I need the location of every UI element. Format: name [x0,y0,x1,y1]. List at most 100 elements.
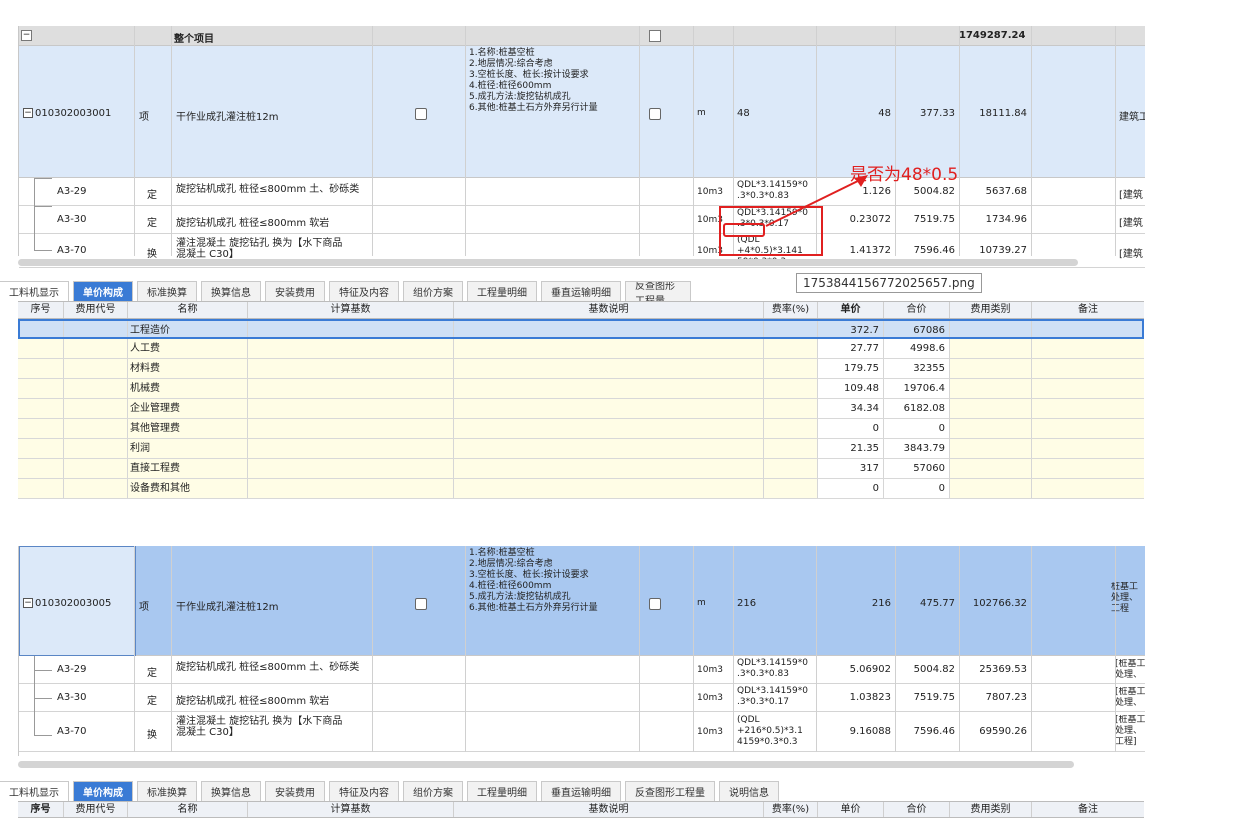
sub-type: 定 [147,668,157,679]
project-line-row[interactable]: − 010302003001 项 干作业成孔灌注桩12m 1.名称:桩基空桩 2… [19,46,1145,178]
cost-row[interactable]: 机械费 109.48 19706.4 [18,379,1144,399]
item-name: 干作业成孔灌注桩12m [176,112,279,123]
filename-tooltip: 1753844156772025657.png [796,273,982,293]
col-seq: 序号 [18,302,64,318]
cost-row[interactable]: 材料费 179.75 32355 [18,359,1144,379]
sub-qty: 1.41372 [849,245,891,256]
col-fee-type: 费用类别 [950,302,1032,318]
sub-unit-price: 5004.82 [913,186,955,197]
item-qty: 216 [871,598,891,609]
sub-row-2[interactable]: A3-30 定 旋挖钻机成孔 桩径≤800mm 软岩 10m3 QDL*3.14… [19,206,1145,234]
cost-row[interactable]: 人工费 27.77 4998.6 [18,339,1144,359]
tab-install-fee[interactable]: 安装费用 [265,281,325,301]
sub-unit: 10m3 [697,187,723,197]
cost-row[interactable]: 工程造价 372.7 67086 [18,319,1144,339]
horizontal-scrollbar[interactable] [18,259,1078,266]
sub-unit-price: 7596.46 [913,726,955,737]
cost-table: 序号 费用代号 名称 计算基数 基数说明 费率(%) 单价 合价 费用类别 备注… [18,301,1144,499]
tab-labor-materials[interactable]: 工料机显示 [0,781,69,801]
sub-unit: 10m3 [697,727,723,737]
item-description: 1.名称:桩基空桩 2.地层情况:综合考虑 3.空桩长度、桩长:按计设要求 4.… [469,548,598,613]
horizontal-scrollbar-2[interactable] [18,761,1074,768]
sub-name: 旋挖钻机成孔 桩径≤800mm 软岩 [176,696,330,707]
item-unit-price: 377.33 [920,108,955,119]
item-category: 建筑工 [1119,112,1145,123]
sub-total: 25369.53 [979,664,1027,675]
item-unit: m [697,598,706,608]
tab-unit-price[interactable]: 单价构成 [73,281,133,301]
sub-name: 旋挖钻机成孔 桩径≤800mm 软岩 [176,218,330,229]
sub-row-1[interactable]: A3-29 定 旋挖钻机成孔 桩径≤800mm 土、砂砾类 10m3 QDL*3… [19,178,1145,206]
sub-type: 定 [147,696,157,707]
col-base: 计算基数 [248,302,454,318]
tab-reverse-lookup[interactable]: 反查图形工程量 [625,281,691,301]
cost-row[interactable]: 直接工程费 317 57060 [18,459,1144,479]
expand-icon[interactable]: − [23,598,33,608]
tab-reverse-lookup[interactable]: 反查图形工程量 [625,781,715,801]
sub-unit-price: 5004.82 [913,664,955,675]
item-checkbox-2[interactable] [649,598,661,610]
sub-unit-price: 7596.46 [913,245,955,256]
sub-total: 7807.23 [985,692,1027,703]
tab-vertical-transport[interactable]: 垂直运输明细 [541,281,621,301]
tab-pricing-plan[interactable]: 组价方案 [403,781,463,801]
sub-type: 换 [147,730,157,741]
col-name: 名称 [128,302,248,318]
sub-code: A3-30 [57,214,87,225]
item-total: 102766.32 [972,598,1027,609]
sub-qty: 5.06902 [849,664,891,675]
tree-line [34,178,35,250]
item-type: 项 [139,602,149,613]
sub-name: 灌注混凝土 旋挖钻孔 换为【水下商品 混凝土 C30】 [176,238,343,260]
tab-vertical-transport[interactable]: 垂直运输明细 [541,781,621,801]
tab-standard-conversion[interactable]: 标准换算 [137,781,197,801]
tab-conversion-info[interactable]: 换算信息 [201,781,261,801]
cost-row[interactable]: 企业管理费 34.34 6182.08 [18,399,1144,419]
tab-bar-2: 工料机显示 单价构成 标准换算 换算信息 安装费用 特征及内容 组价方案 工程量… [0,780,900,801]
sub-row-1[interactable]: A3-29 定 旋挖钻机成孔 桩径≤800mm 土、砂砾类 10m3 QDL*3… [19,656,1145,684]
annotation-box-inner [723,223,765,237]
sub-qty: 1.03823 [849,692,891,703]
tab-unit-price[interactable]: 单价构成 [73,781,133,801]
col-unit-price: 单价 [818,302,884,318]
item-unit-price: 475.77 [920,598,955,609]
sub-total: 69590.26 [979,726,1027,737]
sub-row-2[interactable]: A3-30 定 旋挖钻机成孔 桩径≤800mm 软岩 10m3 QDL*3.14… [19,684,1145,712]
item-expr: 216 [737,598,757,609]
header-checkbox[interactable] [649,30,661,42]
sub-row-3[interactable]: A3-70 换 灌注混凝土 旋挖钻孔 换为【水下商品 混凝土 C30】 10m3… [19,712,1145,752]
item-description: 1.名称:桩基空桩 2.地层情况:综合考虑 3.空桩长度、桩长:按计设要求 4.… [469,48,598,113]
sub-code: A3-30 [57,692,87,703]
expand-icon[interactable]: − [23,108,33,118]
sub-unit: 10m3 [697,665,723,675]
sub-expr: QDL*3.14159*0 .3*0.3*0.83 [737,658,808,679]
item-checkbox[interactable] [415,598,427,610]
sub-type: 换 [147,249,157,260]
item-checkbox-2[interactable] [649,108,661,120]
item-unit: m [697,108,706,118]
project-header-row[interactable]: − 整个项目 1749287.24 [19,26,1145,46]
sub-category: [建筑 [1119,218,1143,229]
tab-standard-conversion[interactable]: 标准换算 [137,281,197,301]
tab-quantity-detail[interactable]: 工程量明细 [467,781,537,801]
tab-conversion-info[interactable]: 换算信息 [201,281,261,301]
bottom-grid: − 010302003005 项 干作业成孔灌注桩12m 1.名称:桩基空桩 2… [18,546,1145,756]
project-line-row-selected[interactable]: − 010302003005 项 干作业成孔灌注桩12m 1.名称:桩基空桩 2… [19,546,1145,656]
tab-features[interactable]: 特征及内容 [329,281,399,301]
cost-row[interactable]: 其他管理费 0 0 [18,419,1144,439]
tab-pricing-plan[interactable]: 组价方案 [403,281,463,301]
tab-description[interactable]: 说明信息 [719,781,779,801]
cost-table-header-2: 序号 费用代号 名称 计算基数 基数说明 费率(%) 单价 合价 费用类别 备注 [18,801,1144,818]
cost-row[interactable]: 设备费和其他 0 0 [18,479,1144,499]
tab-quantity-detail[interactable]: 工程量明细 [467,281,537,301]
item-checkbox[interactable] [415,108,427,120]
tab-features[interactable]: 特征及内容 [329,781,399,801]
cost-row[interactable]: 利润 21.35 3843.79 [18,439,1144,459]
sub-unit-price: 7519.75 [913,214,955,225]
col-remark: 备注 [1078,304,1098,315]
sub-type: 定 [147,218,157,229]
tab-install-fee[interactable]: 安装费用 [265,781,325,801]
collapse-icon[interactable]: − [21,30,32,41]
sub-total: 5637.68 [985,186,1027,197]
tab-labor-materials[interactable]: 工料机显示 [0,281,69,301]
